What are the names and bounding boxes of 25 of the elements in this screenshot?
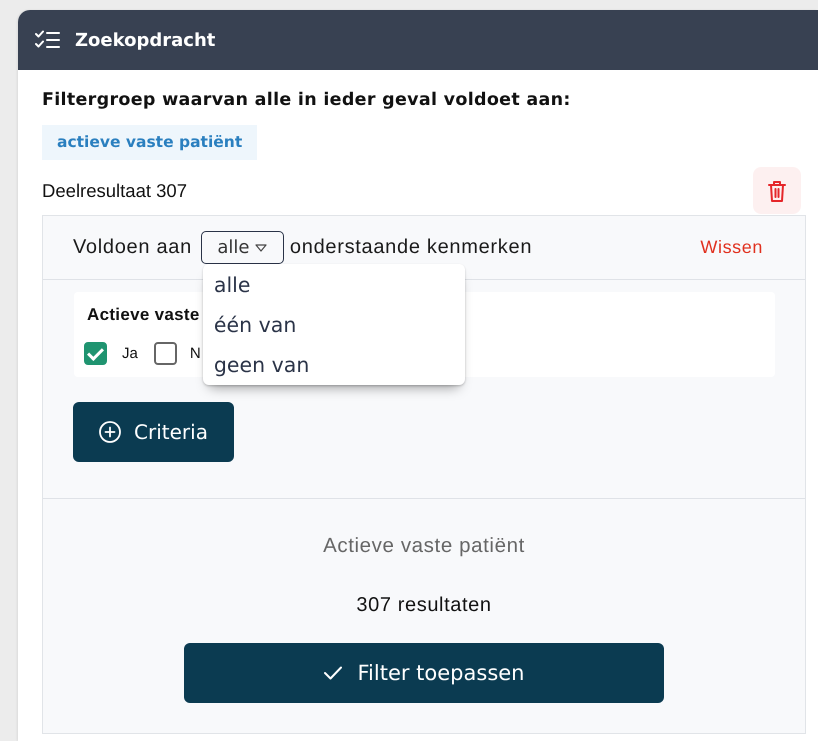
trash-icon bbox=[768, 180, 786, 202]
delete-button[interactable] bbox=[753, 167, 801, 214]
match-suffix-label: onderstaande kenmerken bbox=[290, 236, 532, 259]
window-title: Zoekopdracht bbox=[75, 30, 216, 50]
clear-link[interactable]: Wissen bbox=[700, 237, 763, 258]
filter-group-heading: Filtergroep waarvan alle in ieder geval voldoet aan: bbox=[42, 89, 571, 111]
caret-icon bbox=[255, 244, 268, 252]
dropdown-option[interactable]: alle bbox=[202, 265, 465, 305]
summary-title: Actieve vaste patiënt bbox=[323, 534, 525, 558]
checkbox[interactable] bbox=[154, 342, 177, 365]
plus-circle-icon bbox=[99, 421, 122, 443]
add-criteria-button[interactable]: Criteria bbox=[73, 402, 234, 462]
checklist-icon bbox=[35, 30, 60, 50]
dropdown-option[interactable]: geen van bbox=[202, 345, 465, 385]
checkbox-label: N bbox=[190, 345, 201, 362]
criterion-title: Actieve vaste bbox=[87, 305, 200, 325]
checkbox[interactable] bbox=[84, 342, 107, 365]
apply-filter-button[interactable]: Filter toepassen bbox=[184, 643, 664, 703]
dropdown-option[interactable]: één van bbox=[202, 305, 465, 345]
checkbox-label: Ja bbox=[122, 345, 138, 362]
match-prefix-label: Voldoen aan bbox=[73, 236, 192, 259]
partial-result-label: Deelresultaat 307 bbox=[42, 180, 188, 202]
filter-tag: actieve vaste patiënt bbox=[42, 125, 258, 160]
result-count: 307 resultaten bbox=[356, 593, 492, 617]
check-icon bbox=[324, 666, 342, 680]
